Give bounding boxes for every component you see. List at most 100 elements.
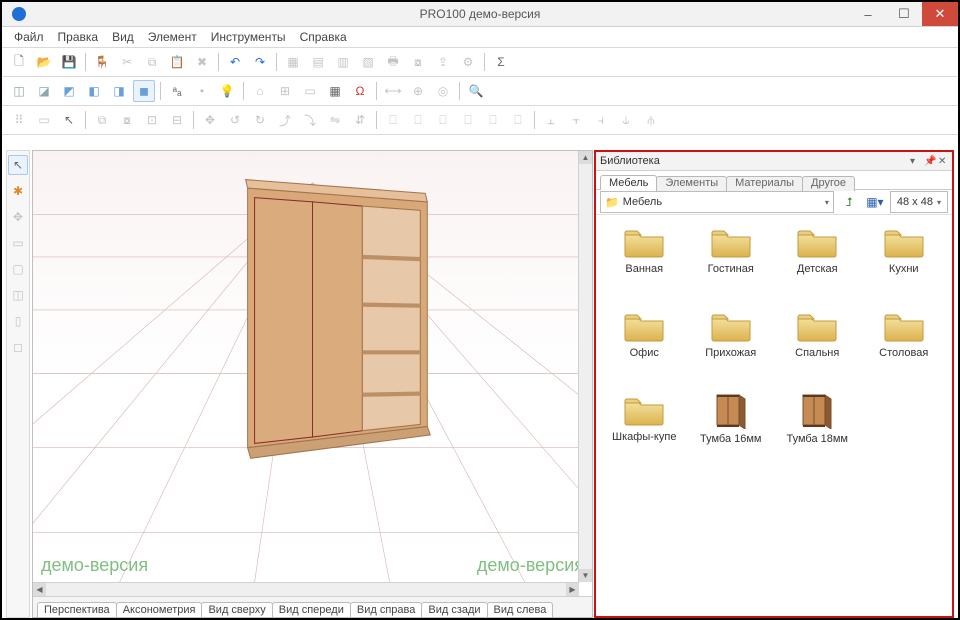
hide-icon[interactable]: ⊟: [166, 109, 188, 131]
sel4-icon[interactable]: ▯: [8, 311, 28, 331]
shade2-icon[interactable]: ◧: [83, 80, 105, 102]
sel3-icon[interactable]: ◫: [8, 285, 28, 305]
horizontal-scrollbar[interactable]: ◀ ▶: [33, 582, 579, 596]
lock-icon[interactable]: ⊡: [141, 109, 163, 131]
open-icon[interactable]: 📂: [33, 51, 55, 73]
save-icon[interactable]: 💾: [58, 51, 80, 73]
align5-icon[interactable]: ⎕: [482, 109, 504, 131]
bom-icon[interactable]: ▧: [357, 51, 379, 73]
group-icon[interactable]: ⧉: [91, 109, 113, 131]
wire-icon[interactable]: ◫: [8, 80, 30, 102]
tab-axon[interactable]: Аксонометрия: [116, 602, 203, 617]
tab-front[interactable]: Вид спереди: [272, 602, 351, 617]
menu-element[interactable]: Элемент: [142, 28, 203, 46]
grid-icon[interactable]: ▦: [324, 80, 346, 102]
pan-icon[interactable]: ✥: [8, 207, 28, 227]
close-button[interactable]: ✕: [922, 2, 958, 26]
view-mode-icon[interactable]: ▦▾: [864, 191, 886, 213]
menu-tools[interactable]: Инструменты: [205, 28, 292, 46]
center-icon[interactable]: ◎: [432, 80, 454, 102]
menu-edit[interactable]: Правка: [52, 28, 105, 46]
print-icon[interactable]: 🖶: [382, 51, 404, 73]
library-item[interactable]: Тумба 18мм: [775, 393, 860, 473]
library-item[interactable]: Детская: [775, 225, 860, 305]
orbit-icon[interactable]: ✱: [8, 181, 28, 201]
shade3-icon[interactable]: ◨: [108, 80, 130, 102]
select-icon[interactable]: ▭: [33, 109, 55, 131]
thumb-size-select[interactable]: 48 x 48 ▾: [890, 191, 948, 213]
tab-materials[interactable]: Материалы: [726, 176, 803, 191]
scroll-up-icon[interactable]: ▲: [579, 151, 592, 164]
rot-up-icon[interactable]: ⤴: [274, 109, 296, 131]
up-folder-icon[interactable]: ⮥: [838, 191, 860, 213]
minimize-button[interactable]: –: [850, 2, 886, 26]
rot-dn-icon[interactable]: ⤵: [299, 109, 321, 131]
delete-icon[interactable]: ✖: [191, 51, 213, 73]
realistic-icon[interactable]: ◼: [133, 80, 155, 102]
target-icon[interactable]: ⊕: [407, 80, 429, 102]
library-item[interactable]: Офис: [602, 309, 687, 389]
pointer-icon[interactable]: ↖: [58, 109, 80, 131]
dist3-icon[interactable]: ⫞: [590, 109, 612, 131]
grid3-icon[interactable]: ⠿: [8, 109, 30, 131]
align4-icon[interactable]: ⎕: [457, 109, 479, 131]
room-icon[interactable]: ⌂: [249, 80, 271, 102]
scroll-left-icon[interactable]: ◀: [33, 583, 46, 596]
library-item[interactable]: Столовая: [862, 309, 947, 389]
tab-top[interactable]: Вид сверху: [201, 602, 272, 617]
rot-r-icon[interactable]: ↻: [249, 109, 271, 131]
report-icon[interactable]: ▦: [282, 51, 304, 73]
library-item[interactable]: Прихожая: [689, 309, 774, 389]
tab-left[interactable]: Вид слева: [487, 602, 554, 617]
flip-h-icon[interactable]: ⇋: [324, 109, 346, 131]
wall-icon[interactable]: ⊞: [274, 80, 296, 102]
rot-l-icon[interactable]: ↺: [224, 109, 246, 131]
dropdown-icon[interactable]: ▾: [910, 156, 920, 167]
tab-perspective[interactable]: Перспектива: [37, 602, 117, 617]
library-item[interactable]: Шкафы-купе: [602, 393, 687, 473]
library-item[interactable]: Тумба 16мм: [689, 393, 774, 473]
vertical-scrollbar[interactable]: ▲ ▼: [578, 151, 592, 582]
shade1-icon[interactable]: ◩: [58, 80, 80, 102]
tab-furniture[interactable]: Мебель: [600, 175, 657, 190]
sel2-icon[interactable]: ▢: [8, 259, 28, 279]
hidden-icon[interactable]: ◪: [33, 80, 55, 102]
furniture-icon[interactable]: 🪑: [91, 51, 113, 73]
align3-icon[interactable]: ⎕: [432, 109, 454, 131]
cutlist-icon[interactable]: ▤: [307, 51, 329, 73]
menu-help[interactable]: Справка: [294, 28, 353, 46]
redo-icon[interactable]: ↷: [249, 51, 271, 73]
settings-icon[interactable]: ⚙: [457, 51, 479, 73]
align1-icon[interactable]: ⎕: [382, 109, 404, 131]
menu-view[interactable]: Вид: [106, 28, 140, 46]
align2-icon[interactable]: ⎕: [407, 109, 429, 131]
labels-icon[interactable]: ᵃₐ: [166, 80, 188, 102]
sum-icon[interactable]: Σ: [490, 51, 512, 73]
new-icon[interactable]: 🗋: [8, 51, 30, 73]
pin-icon[interactable]: 📌: [924, 156, 934, 167]
light-icon[interactable]: 💡: [216, 80, 238, 102]
library-item[interactable]: Гостиная: [689, 225, 774, 305]
tab-elements[interactable]: Элементы: [656, 176, 727, 191]
zoom-icon[interactable]: 🔍: [465, 80, 487, 102]
library-item[interactable]: Кухни: [862, 225, 947, 305]
chevron-down-icon[interactable]: ▾: [825, 198, 829, 207]
library-path[interactable]: 📁 Мебель ▾: [600, 191, 834, 213]
scroll-down-icon[interactable]: ▼: [579, 569, 592, 582]
panel-close-icon[interactable]: ✕: [938, 156, 948, 167]
align6-icon[interactable]: ⎕: [507, 109, 529, 131]
viewport[interactable]: демо-версия демо-версия ▲ ▼ ◀ ▶ Перспект…: [32, 150, 593, 618]
dist2-icon[interactable]: ⫟: [565, 109, 587, 131]
dist4-icon[interactable]: ⫝: [615, 109, 637, 131]
sel1-icon[interactable]: ▭: [8, 233, 28, 253]
maximize-button[interactable]: ☐: [886, 2, 922, 26]
flip-v-icon[interactable]: ⇵: [349, 109, 371, 131]
cut-icon[interactable]: ✂: [116, 51, 138, 73]
library-item[interactable]: Спальня: [775, 309, 860, 389]
move-icon[interactable]: ✥: [199, 109, 221, 131]
dot-icon[interactable]: •: [191, 80, 213, 102]
floor-icon[interactable]: ▭: [299, 80, 321, 102]
tab-back[interactable]: Вид сзади: [421, 602, 487, 617]
ungroup-icon[interactable]: ⧇: [116, 109, 138, 131]
price-icon[interactable]: ⧇: [407, 51, 429, 73]
